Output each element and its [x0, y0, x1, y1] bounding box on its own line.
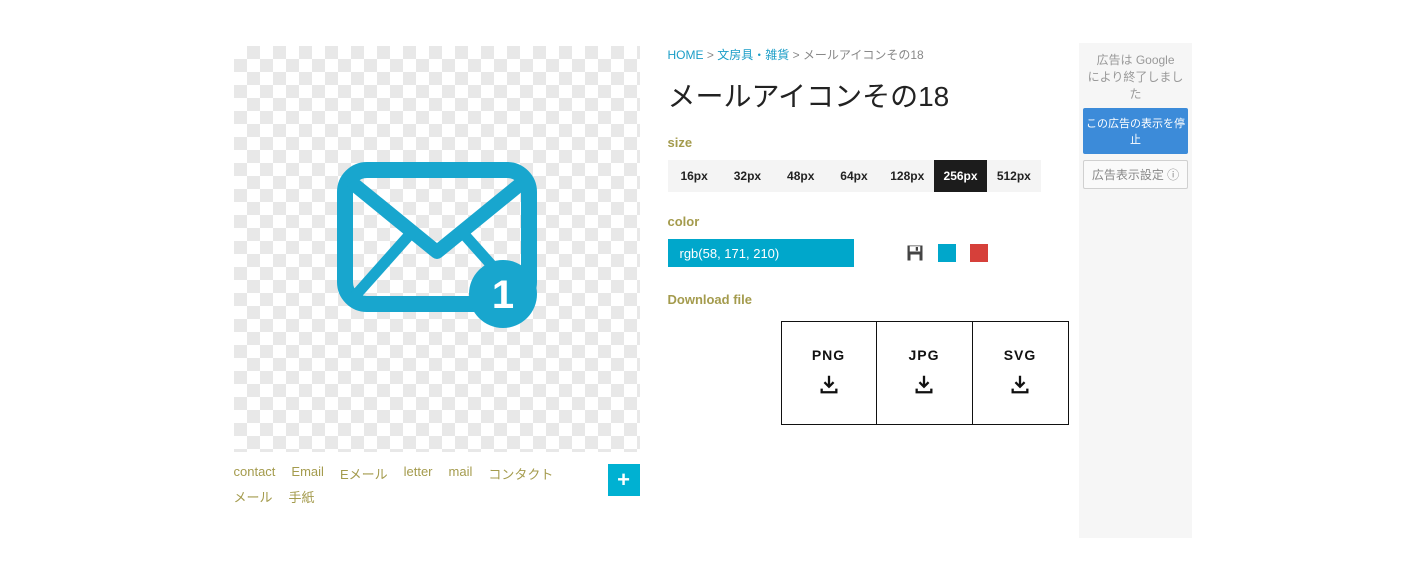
- size-option-32[interactable]: 32px: [721, 160, 774, 192]
- tag-link[interactable]: 手紙: [289, 487, 315, 506]
- add-button[interactable]: +: [608, 464, 640, 496]
- color-swatch-blue[interactable]: [938, 244, 956, 262]
- plus-icon: +: [617, 467, 630, 493]
- ad-stop-button[interactable]: この広告の表示を停止: [1083, 108, 1188, 154]
- svg-text:1: 1: [491, 273, 513, 317]
- ad-settings-button[interactable]: 広告表示設定 ⓘ: [1083, 160, 1188, 189]
- ad-slot: [1079, 193, 1192, 538]
- tag-link[interactable]: letter: [404, 464, 433, 483]
- breadcrumb-category[interactable]: 文房具・雑貨: [717, 48, 789, 62]
- ad-closed-notice: 広告は Google により終了しました この広告の表示を停止 広告表示設定 ⓘ: [1079, 43, 1192, 193]
- icon-preview: 1: [234, 46, 640, 452]
- download-icon: [818, 373, 840, 400]
- size-option-64[interactable]: 64px: [827, 160, 880, 192]
- tag-link[interactable]: コンタクト: [488, 464, 553, 483]
- download-svg[interactable]: SVG: [973, 321, 1069, 425]
- tag-link[interactable]: メール: [234, 487, 273, 506]
- google-logo: Google: [1136, 53, 1175, 67]
- tag-link[interactable]: Eメール: [340, 464, 388, 483]
- tag-link[interactable]: contact: [234, 464, 276, 483]
- mail-icon: 1: [337, 162, 537, 337]
- download-icon: [1009, 373, 1031, 400]
- size-option-48[interactable]: 48px: [774, 160, 827, 192]
- save-icon[interactable]: [906, 244, 924, 262]
- breadcrumb-current: メールアイコンその18: [803, 48, 924, 62]
- tag-link[interactable]: mail: [449, 464, 473, 483]
- download-jpg[interactable]: JPG: [877, 321, 973, 425]
- size-selector: 16px 32px 48px 64px 128px 256px 512px: [668, 160, 1041, 192]
- breadcrumb-home[interactable]: HOME: [668, 48, 704, 62]
- tag-link[interactable]: Email: [291, 464, 324, 483]
- size-option-256[interactable]: 256px: [934, 160, 987, 192]
- size-option-16[interactable]: 16px: [668, 160, 721, 192]
- download-png[interactable]: PNG: [781, 321, 877, 425]
- tag-list: contact Email Eメール letter mail コンタクト メール…: [234, 464, 600, 506]
- color-swatch-red[interactable]: [970, 244, 988, 262]
- size-option-128[interactable]: 128px: [881, 160, 934, 192]
- download-icon: [913, 373, 935, 400]
- color-input[interactable]: [668, 239, 854, 267]
- size-option-512[interactable]: 512px: [987, 160, 1040, 192]
